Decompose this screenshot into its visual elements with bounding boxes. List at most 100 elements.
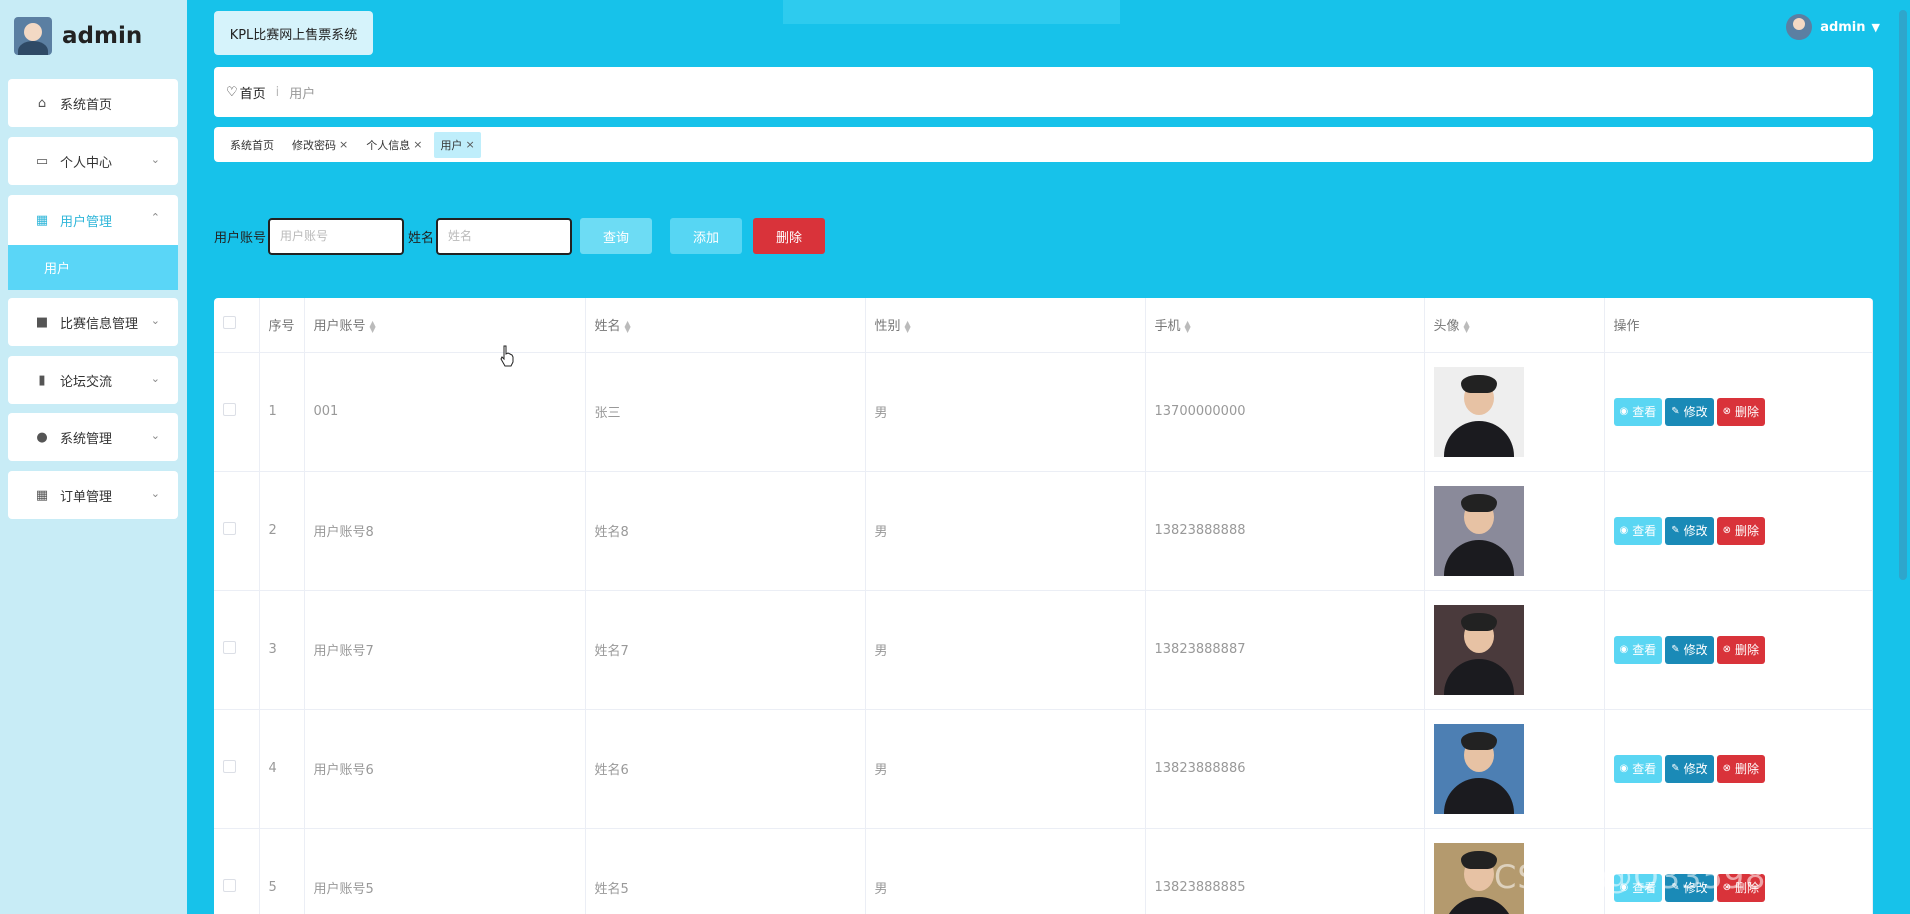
user-name: admin <box>1820 19 1866 35</box>
cell-account: 001 <box>304 352 586 472</box>
row-checkbox[interactable] <box>223 403 236 416</box>
edit-button[interactable]: ✎ 修改 <box>1665 516 1714 545</box>
table-row: 2 用户账号8 姓名8 男 13823888888 ◉ 查看 ✎ 修改 ⊗ 删除 <box>214 471 1873 591</box>
tag-change-password[interactable]: 修改密码 × <box>286 132 354 158</box>
cell-name: 张三 <box>585 352 866 472</box>
sidebar-item-user-management[interactable]: ▦ 用户管理 ⌃ <box>8 195 178 245</box>
top-faint-bar <box>783 0 1120 24</box>
sidebar-subitem-user[interactable]: 用户 <box>8 245 178 290</box>
edit-button[interactable]: ✎ 修改 <box>1665 635 1714 664</box>
delete-button[interactable]: 删除 <box>753 218 826 254</box>
cell-gender: 男 <box>865 709 1146 829</box>
sort-icon[interactable]: ▲ ▼ <box>370 319 376 333</box>
chevron-down-icon: ⌄ <box>150 314 160 327</box>
edit-button[interactable]: ✎ 修改 <box>1665 754 1714 783</box>
search-bar: 用户账号 姓名 查询 添加 删除 <box>214 217 826 255</box>
sidebar-item-label: 比赛信息管理 <box>60 316 139 332</box>
close-icon[interactable]: × <box>413 138 422 151</box>
view-button[interactable]: ◉ 查看 <box>1613 397 1663 426</box>
close-icon[interactable]: × <box>465 138 474 151</box>
view-button[interactable]: ◉ 查看 <box>1613 516 1663 545</box>
cell-index: 1 <box>259 352 305 472</box>
pencil-icon: ✎ <box>1671 406 1680 417</box>
tag-label: 修改密码 <box>292 138 336 152</box>
sidebar-item-forum[interactable]: ▮ 论坛交流 ⌄ <box>8 356 178 404</box>
column-header-avatar[interactable]: 头像 ▲ ▼ <box>1424 298 1605 353</box>
select-all-checkbox[interactable] <box>223 316 236 330</box>
cell-account: 用户账号6 <box>304 709 586 829</box>
cell-phone: 13823888888 <box>1145 471 1425 591</box>
tag-label: 个人信息 <box>366 138 411 152</box>
scrollbar-thumb[interactable] <box>1899 10 1907 580</box>
breadcrumb-home[interactable]: 首页 <box>240 83 266 102</box>
sidebar-item-personal[interactable]: ▭ 个人中心 ⌄ <box>8 137 178 185</box>
sidebar-item-system[interactable]: ● 系统管理 ⌄ <box>8 413 178 461</box>
delete-circle-icon: ⊗ <box>1722 644 1732 655</box>
caret-down-icon: ▼ <box>1871 20 1880 34</box>
breadcrumb: ♡ 首页 ⅰ 用户 <box>214 67 1873 117</box>
cell-phone: 13823888885 <box>1145 828 1425 914</box>
user-menu[interactable]: admin ▼ <box>1786 14 1880 40</box>
table-header-row: 序号 用户账号 ▲ ▼ 姓名 ▲ ▼ 性别 ▲ ▼ 手机 ▲ ▼ 头像 ▲ ▼ 操作 <box>214 298 1873 353</box>
row-checkbox[interactable] <box>223 879 236 892</box>
sort-icon[interactable]: ▲ ▼ <box>1464 319 1470 333</box>
sort-icon[interactable]: ▲ ▼ <box>1185 319 1191 333</box>
user-photo <box>1433 485 1524 576</box>
grid-icon: ▦ <box>35 212 49 228</box>
cell-gender: 男 <box>865 471 1146 591</box>
sidebar-item-orders[interactable]: ▦ 订单管理 ⌄ <box>8 471 178 519</box>
grid-icon: ▦ <box>35 487 49 503</box>
tag-user[interactable]: 用户 × <box>434 131 481 158</box>
user-table: 序号 用户账号 ▲ ▼ 姓名 ▲ ▼ 性别 ▲ ▼ 手机 ▲ ▼ 头像 ▲ ▼ 操作 1 001 张… <box>214 298 1873 914</box>
view-button[interactable]: ◉ 查看 <box>1613 635 1663 664</box>
table-row: 3 用户账号7 姓名7 男 13823888887 ◉ 查看 ✎ 修改 ⊗ 删除 <box>214 590 1873 710</box>
cell-index: 2 <box>259 471 305 591</box>
cell-gender: 男 <box>865 590 1146 710</box>
chevron-up-icon: ⌃ <box>150 211 160 224</box>
sidebar-item-home[interactable]: ⌂ 系统首页 <box>8 79 178 127</box>
breadcrumb-current: 用户 <box>289 86 316 102</box>
chevron-down-icon: ⌄ <box>150 487 160 500</box>
delete-row-button[interactable]: ⊗ 删除 <box>1716 754 1766 783</box>
sort-icon[interactable]: ▲ ▼ <box>625 319 631 333</box>
tag-personal-info[interactable]: 个人信息 × <box>360 132 428 158</box>
cell-account: 用户账号8 <box>304 471 586 591</box>
breadcrumb-separator: ⅰ <box>275 84 280 100</box>
sidebar-item-match-info[interactable]: ■ 比赛信息管理 ⌄ <box>8 298 178 346</box>
edit-button[interactable]: ✎ 修改 <box>1665 397 1714 426</box>
delete-row-button[interactable]: ⊗ 删除 <box>1716 397 1766 426</box>
user-photo <box>1433 723 1524 814</box>
row-checkbox[interactable] <box>223 760 236 773</box>
tag-home[interactable]: 系统首页 <box>224 132 280 158</box>
view-button[interactable]: ◉ 查看 <box>1613 754 1663 783</box>
column-header-account[interactable]: 用户账号 ▲ ▼ <box>304 298 586 353</box>
cell-index: 4 <box>259 709 305 829</box>
brand-name: admin <box>62 23 143 49</box>
sort-icon[interactable]: ▲ ▼ <box>905 319 911 333</box>
account-search-input[interactable] <box>268 217 405 255</box>
chevron-down-icon: ⌄ <box>150 372 160 385</box>
column-header-name[interactable]: 姓名 ▲ ▼ <box>585 298 866 353</box>
cell-name: 姓名5 <box>585 828 866 914</box>
eye-icon: ◉ <box>1619 763 1629 774</box>
delete-row-button[interactable]: ⊗ 删除 <box>1716 516 1766 545</box>
home-icon: ⌂ <box>37 95 47 111</box>
delete-circle-icon: ⊗ <box>1722 763 1732 774</box>
row-checkbox[interactable] <box>223 641 236 654</box>
cell-account: 用户账号7 <box>304 590 586 710</box>
cell-account: 用户账号5 <box>304 828 586 914</box>
query-button[interactable]: 查询 <box>580 218 653 254</box>
add-button[interactable]: 添加 <box>670 218 743 254</box>
scrollbar[interactable] <box>1896 0 1910 914</box>
column-header-phone[interactable]: 手机 ▲ ▼ <box>1145 298 1425 353</box>
user-icon: ● <box>36 429 48 445</box>
sidebar-item-label: 系统首页 <box>60 97 113 113</box>
cell-phone: 13823888887 <box>1145 590 1425 710</box>
row-checkbox[interactable] <box>223 522 236 535</box>
delete-circle-icon: ⊗ <box>1722 525 1732 536</box>
name-search-input[interactable] <box>436 217 573 255</box>
close-icon[interactable]: × <box>339 138 348 151</box>
delete-row-button[interactable]: ⊗ 删除 <box>1716 635 1766 664</box>
cell-phone: 13700000000 <box>1145 352 1425 472</box>
column-header-gender[interactable]: 性别 ▲ ▼ <box>865 298 1146 353</box>
